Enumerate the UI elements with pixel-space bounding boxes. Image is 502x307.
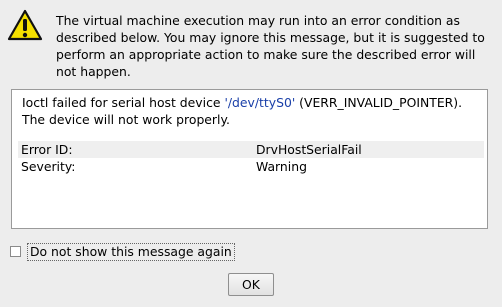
details-panel: Ioctl failed for serial host device '/de… <box>11 89 488 229</box>
dont-show-again-checkbox[interactable] <box>10 246 21 257</box>
error-message-prefix: Ioctl failed for serial host device <box>22 95 225 110</box>
warning-icon <box>7 9 43 41</box>
message-dialog: The virtual machine execution may run in… <box>0 0 502 307</box>
error-info-table: Error ID: DrvHostSerialFail Severity: Wa… <box>18 141 484 175</box>
severity-value: Warning <box>256 159 307 174</box>
severity-label: Severity: <box>21 159 76 174</box>
severity-row: Severity: Warning <box>18 158 484 175</box>
intro-text: The virtual machine execution may run in… <box>56 13 485 79</box>
error-message: Ioctl failed for serial host device '/de… <box>22 94 482 128</box>
dont-show-again-label[interactable]: Do not show this message again <box>27 242 235 261</box>
ok-button[interactable]: OK <box>228 273 274 296</box>
dont-show-again-row[interactable]: Do not show this message again <box>10 242 235 261</box>
error-id-row: Error ID: DrvHostSerialFail <box>18 141 484 158</box>
device-name: '/dev/ttyS0' <box>224 95 296 110</box>
error-id-value: DrvHostSerialFail <box>253 141 484 158</box>
error-id-label: Error ID: <box>18 141 253 158</box>
